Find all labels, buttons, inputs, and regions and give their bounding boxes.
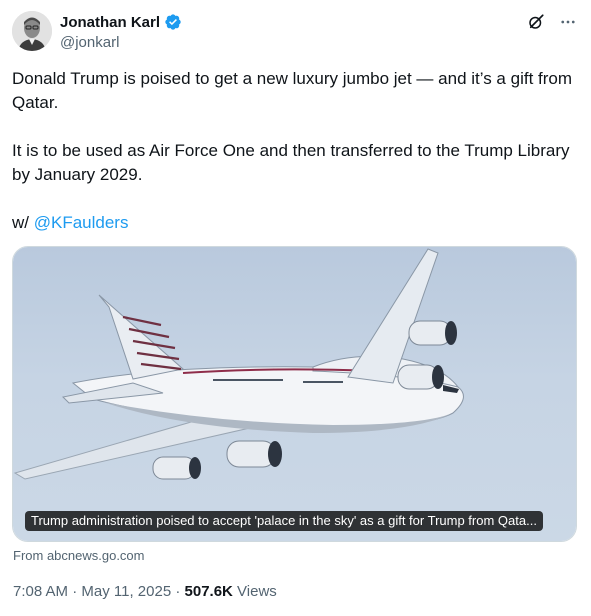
author-handle[interactable]: @jonkarl — [60, 34, 119, 51]
tweet-time[interactable]: 7:08 AM — [13, 583, 68, 600]
meta-separator: · — [68, 583, 82, 600]
card-caption: Trump administration poised to accept 'p… — [25, 511, 543, 531]
tweet-date[interactable]: May 11, 2025 — [81, 583, 171, 600]
avatar[interactable] — [12, 11, 52, 51]
card-source[interactable]: From abcnews.go.com — [13, 548, 145, 563]
tweet-meta: 7:08 AM · May 11, 2025 · 507.6K Views — [13, 583, 277, 600]
header-actions — [525, 11, 579, 33]
tweet-header: Jonathan Karl @jonkarl — [12, 11, 579, 57]
views-count: 507.6K — [184, 583, 233, 600]
author-name[interactable]: Jonathan Karl — [60, 14, 160, 31]
tweet-text: Donald Trump is poised to get a new luxu… — [12, 67, 572, 235]
views-label: Views — [232, 583, 277, 600]
with-prefix: w/ — [12, 213, 34, 232]
mention-link[interactable]: @KFaulders — [34, 213, 129, 232]
card-image[interactable] — [13, 247, 576, 541]
tweet-paragraph-3: w/ @KFaulders — [12, 211, 572, 235]
jumbo-jet-image — [13, 248, 464, 480]
avatar-portrait — [12, 11, 52, 51]
meta-separator: · — [171, 583, 185, 600]
tweet-paragraph-2: It is to be used as Air Force One and th… — [12, 141, 570, 184]
link-card[interactable]: Trump administration poised to accept 'p… — [12, 246, 577, 542]
more-icon[interactable] — [557, 11, 579, 33]
verified-badge-icon — [164, 13, 182, 31]
grok-icon[interactable] — [525, 11, 547, 33]
tweet-paragraph-1: Donald Trump is poised to get a new luxu… — [12, 69, 573, 112]
author-name-row: Jonathan Karl — [60, 13, 182, 31]
